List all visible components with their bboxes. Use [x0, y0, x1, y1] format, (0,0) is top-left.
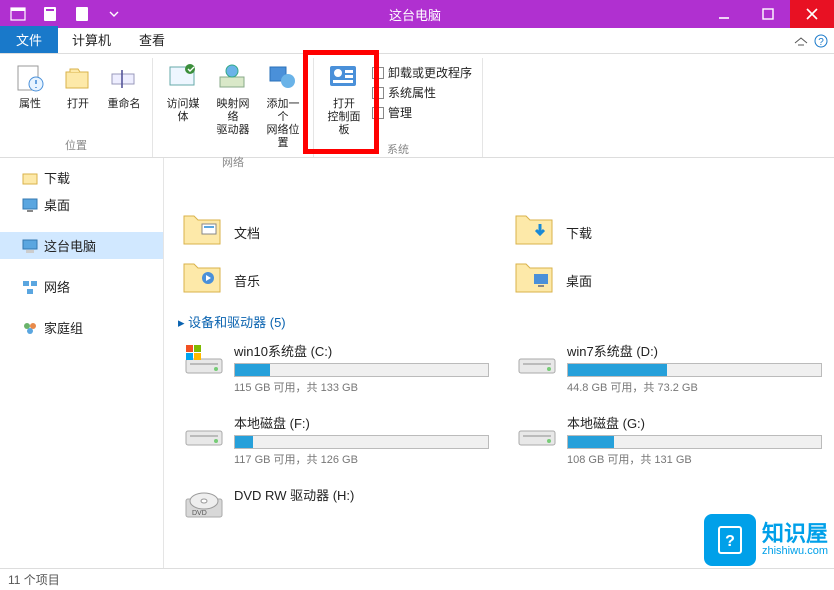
qat-icon-2[interactable]	[36, 3, 64, 25]
checkbox-icon	[372, 107, 384, 119]
ribbon-help: ?	[794, 34, 828, 53]
drive-name: win7系统盘 (D:)	[567, 341, 822, 360]
desktop-icon	[22, 197, 38, 213]
checkbox-icon	[372, 67, 384, 79]
drive-icon	[515, 413, 559, 453]
folders-grid	[178, 160, 826, 204]
system-links: 卸载或更改程序 系统属性 管理	[370, 58, 476, 139]
rename-button[interactable]: 重命名	[102, 58, 146, 135]
sidebar-item-network[interactable]: 网络	[0, 273, 163, 300]
qat-icon-3[interactable]	[68, 3, 96, 25]
window-controls	[702, 0, 834, 28]
drive-item[interactable]: win7系统盘 (D:) 44.8 GB 可用，共 73.2 GB	[511, 337, 826, 399]
sidebar-item-homegroup[interactable]: 家庭组	[0, 314, 163, 341]
drive-icon	[182, 341, 226, 381]
homegroup-icon	[22, 320, 38, 336]
qat-dropdown-icon[interactable]	[100, 3, 128, 25]
tab-file[interactable]: 文件	[0, 26, 58, 53]
svg-text:?: ?	[818, 37, 824, 48]
properties-button[interactable]: 属性	[6, 58, 54, 135]
folder-label: 音乐	[234, 271, 260, 290]
folder-icon	[514, 214, 556, 250]
folder-item[interactable]: 音乐	[178, 258, 494, 302]
ribbon-group-network: 访问媒体 映射网络 驱动器 添加一个 网络位置 网络	[153, 58, 314, 157]
network-icon	[22, 279, 38, 295]
close-button[interactable]	[790, 0, 834, 28]
folder-item[interactable]: 下载	[510, 210, 826, 254]
drive-usage-bar	[567, 363, 822, 377]
drive-icon	[515, 341, 559, 381]
content-area: 下载 桌面 这台电脑 网络 家庭组 文档 下载音乐 桌面 ▸ 设备和驱动器 (5) …	[0, 158, 834, 568]
folders-grid: 文档 下载音乐 桌面	[178, 210, 826, 302]
ribbon-group-location: 属性 打开 重命名 位置	[0, 58, 153, 157]
svg-text:DVD: DVD	[192, 510, 207, 517]
checkbox-icon	[372, 87, 384, 99]
window-title: 这台电脑	[128, 5, 702, 24]
computer-icon	[22, 238, 38, 254]
open-button[interactable]: 打开	[56, 58, 100, 135]
folder-icon	[514, 262, 556, 298]
drive-stats: 115 GB 可用，共 133 GB	[234, 379, 489, 395]
manage-link[interactable]: 管理	[372, 104, 472, 121]
drive-item[interactable]: 本地磁盘 (G:) 108 GB 可用，共 131 GB	[511, 409, 826, 471]
add-netloc-button[interactable]: 添加一个 网络位置	[259, 58, 307, 152]
drive-stats: 44.8 GB 可用，共 73.2 GB	[567, 379, 822, 395]
sidebar-item-this-pc[interactable]: 这台电脑	[0, 232, 163, 259]
drive-icon	[182, 413, 226, 453]
drive-usage-bar	[234, 435, 489, 449]
sidebar-item-downloads[interactable]: 下载	[0, 164, 163, 191]
folder-icon	[182, 262, 224, 298]
drive-name: win10系统盘 (C:)	[234, 341, 489, 360]
main-pane: 文档 下载音乐 桌面 ▸ 设备和驱动器 (5) win10系统盘 (C:) 115 G…	[164, 158, 834, 568]
drive-item[interactable]: DVD DVD RW 驱动器 (H:)	[178, 481, 493, 529]
minimize-button[interactable]	[702, 0, 746, 28]
quick-access-toolbar	[4, 3, 128, 25]
folder-label: 下载	[566, 223, 592, 242]
status-bar: 11 个项目	[0, 568, 834, 590]
titlebar: 这台电脑	[0, 0, 834, 28]
drives-header[interactable]: ▸ 设备和驱动器 (5)	[178, 312, 826, 331]
drive-name: DVD RW 驱动器 (H:)	[234, 485, 489, 504]
drive-stats: 108 GB 可用，共 131 GB	[567, 451, 822, 467]
ribbon: 属性 打开 重命名 位置 访问媒体 映射网络 驱动器	[0, 54, 834, 158]
folder-label: 文档	[234, 223, 260, 242]
folder-label: 桌面	[566, 271, 592, 290]
drive-item[interactable]: win10系统盘 (C:) 115 GB 可用，共 133 GB	[178, 337, 493, 399]
drive-icon: DVD	[182, 485, 226, 525]
drive-name: 本地磁盘 (G:)	[567, 413, 822, 432]
uninstall-link[interactable]: 卸载或更改程序	[372, 64, 472, 81]
ribbon-group-system: 打开 控制面板 卸载或更改程序 系统属性 管理 系统	[314, 58, 483, 157]
qat-icon-1[interactable]	[4, 3, 32, 25]
folder-icon	[22, 170, 38, 186]
map-drive-button[interactable]: 映射网络 驱动器	[209, 58, 257, 152]
system-props-link[interactable]: 系统属性	[372, 84, 472, 101]
ribbon-minimize-icon[interactable]	[794, 35, 808, 53]
sidebar-item-desktop[interactable]: 桌面	[0, 191, 163, 218]
nav-sidebar: 下载 桌面 这台电脑 网络 家庭组	[0, 158, 164, 568]
drive-usage-bar	[567, 435, 822, 449]
folder-icon	[182, 214, 224, 250]
drive-usage-bar	[234, 363, 489, 377]
folder-item[interactable]: 桌面	[510, 258, 826, 302]
drive-name: 本地磁盘 (F:)	[234, 413, 489, 432]
folder-item[interactable]: 文档	[178, 210, 494, 254]
drive-item[interactable]: 本地磁盘 (F:) 117 GB 可用，共 126 GB	[178, 409, 493, 471]
tab-view[interactable]: 查看	[125, 26, 179, 53]
access-media-button[interactable]: 访问媒体	[159, 58, 207, 152]
open-control-panel-button[interactable]: 打开 控制面板	[320, 58, 368, 139]
drive-stats: 117 GB 可用，共 126 GB	[234, 451, 489, 467]
help-icon[interactable]: ?	[814, 34, 828, 53]
tab-computer[interactable]: 计算机	[58, 26, 125, 53]
maximize-button[interactable]	[746, 0, 790, 28]
ribbon-tabs: 文件 计算机 查看 ?	[0, 28, 834, 54]
drives-grid: win10系统盘 (C:) 115 GB 可用，共 133 GB win7系统盘 (…	[178, 337, 826, 529]
status-text: 11 个项目	[8, 571, 60, 588]
